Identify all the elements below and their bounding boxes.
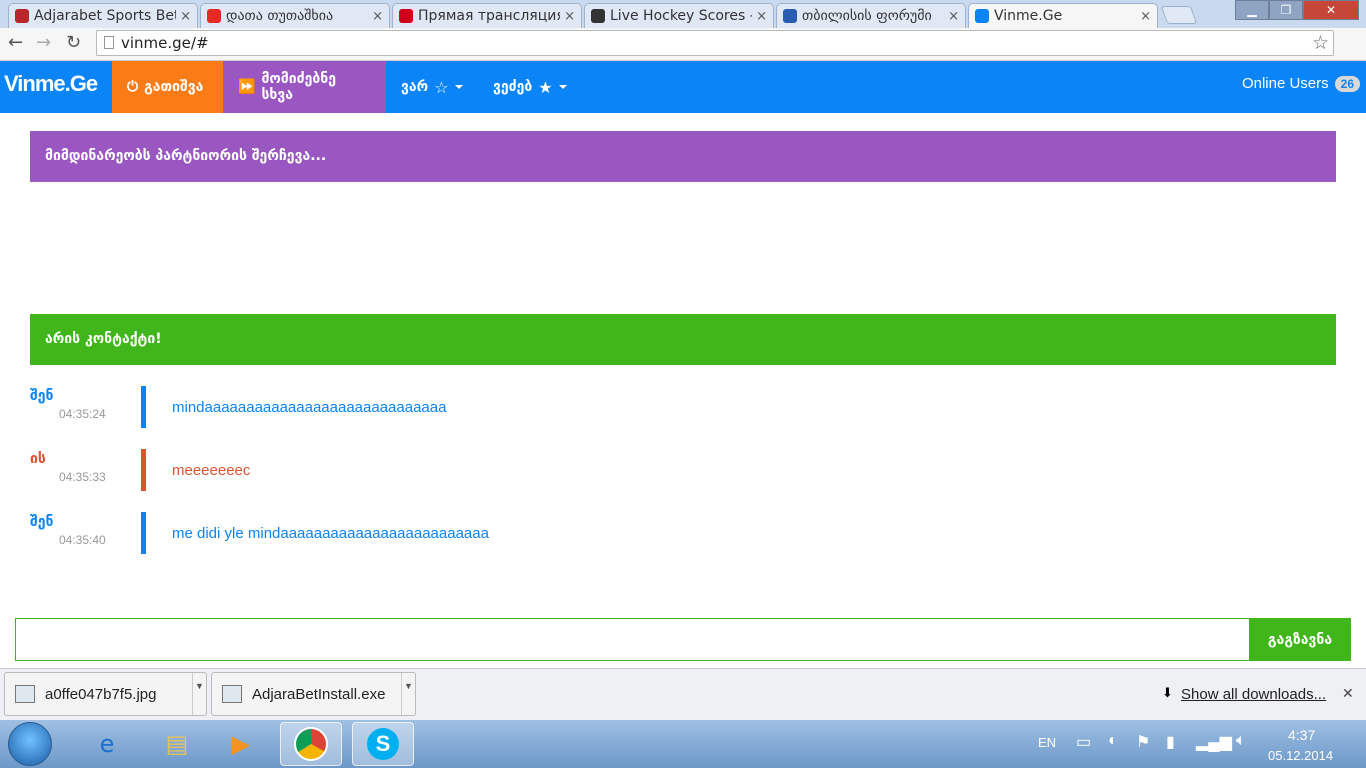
i-am-dropdown[interactable]: ვარ ☆ [386, 61, 478, 113]
message-input[interactable] [15, 618, 1251, 661]
browser-tab[interactable]: Live Hockey Scores - × [584, 3, 774, 28]
language-indicator[interactable]: EN [1038, 735, 1056, 750]
monitor-icon: ▭ [1076, 734, 1092, 751]
download-icon: ⬇ [1162, 686, 1173, 701]
close-window-icon[interactable]: ✕ [1303, 0, 1359, 20]
sync-icon: ◐ [1108, 732, 1118, 749]
i-seek-dropdown[interactable]: ვეძებ ★ [478, 61, 582, 113]
maximize-icon[interactable]: ❐ [1269, 0, 1303, 20]
forum-icon [783, 9, 797, 23]
caret-down-icon [454, 85, 463, 89]
start-button[interactable] [8, 722, 52, 766]
forward-icon[interactable]: → [36, 32, 51, 53]
show-all-downloads-link[interactable]: Show all downloads... [1181, 686, 1326, 703]
power-icon: ⏻ [127, 79, 139, 95]
chat-message: შენ 04:35:40 me didi yle mindaaaaaaaaaaa… [30, 512, 930, 554]
explorer-icon[interactable]: ▤ [146, 722, 208, 766]
browser-tab[interactable]: Adjarabet Sports Bet × [8, 3, 198, 28]
minimize-icon[interactable]: ▁ [1235, 0, 1269, 20]
app-navbar: Vinme.Ge ⏻ გათიშვა ⏩ მომიძებნე სხვა ვარ … [0, 61, 1366, 113]
taskbar: e ▤ ▶ S EN ▭ ◐ ⚑ ▮ ▂▄▆ 🔈︎ 4:37 05.12.201… [0, 720, 1366, 768]
close-icon[interactable]: × [372, 9, 383, 24]
close-icon[interactable]: × [180, 9, 191, 24]
online-users: Online Users 26 [1242, 75, 1360, 92]
close-icon[interactable]: × [756, 9, 767, 24]
back-icon[interactable]: ← [8, 32, 23, 53]
tab-favicon-icon [15, 9, 29, 23]
connected-banner: არის კონტაქტი! [30, 314, 1336, 365]
youtube-icon [207, 9, 221, 23]
logo[interactable]: Vinme.Ge [4, 71, 98, 97]
chrome-icon[interactable] [280, 722, 342, 766]
clock-date[interactable]: 05.12.2014 [1268, 748, 1333, 763]
vinme-favicon-icon [975, 9, 989, 23]
message-bar [141, 449, 146, 491]
fast-forward-icon: ⏩ [238, 79, 256, 95]
browser-tab[interactable]: დათა თუთაშხია × [200, 3, 390, 28]
next-partner-button[interactable]: ⏩ მომიძებნე სხვა [223, 61, 386, 113]
skype-icon[interactable]: S [352, 722, 414, 766]
live-icon [399, 9, 413, 23]
online-count-badge: 26 [1334, 75, 1360, 92]
star-outline-icon: ☆ [434, 77, 449, 97]
chat-message: შენ 04:35:24 mindaaaaaaaaaaaaaaaaaaaaaaa… [30, 386, 930, 428]
hockey-icon [591, 9, 605, 23]
clock-time[interactable]: 4:37 [1288, 727, 1315, 743]
caret-down-icon [558, 85, 567, 89]
disconnect-button[interactable]: ⏻ გათიშვა [112, 61, 223, 113]
media-player-icon[interactable]: ▶ [210, 722, 272, 766]
battery-icon: ▮ [1166, 734, 1175, 751]
close-icon[interactable]: × [948, 9, 959, 24]
browser-tab-active[interactable]: Vinme.Ge × [968, 3, 1158, 28]
image-file-icon [15, 685, 35, 703]
close-icon[interactable]: ✕ [1342, 686, 1354, 702]
browser-tab[interactable]: Прямая трансляция × [392, 3, 582, 28]
dropdown-arrow-icon[interactable]: ▼ [401, 673, 415, 715]
message-bar [141, 512, 146, 554]
browser-tabstrip: Adjarabet Sports Bet × დათა თუთაშხია × П… [0, 0, 1366, 28]
signal-icon: ▂▄▆ [1196, 734, 1232, 751]
browser-tab[interactable]: თბილისის ფორუმი × [776, 3, 966, 28]
ie-icon[interactable]: e [76, 722, 138, 766]
search-status-banner: მიმდინარეობს პარტნიორის შერჩევა... [30, 131, 1336, 182]
downloads-bar: a0ffe047b7f5.jpg ▼ AdjaraBetInstall.exe … [0, 668, 1366, 720]
reload-icon[interactable]: ↻ [66, 32, 81, 53]
flag-icon: ⚑ [1136, 734, 1151, 751]
star-icon: ★ [538, 77, 553, 97]
download-item[interactable]: AdjaraBetInstall.exe ▼ [211, 672, 416, 716]
volume-icon: 🔈︎ [1236, 732, 1246, 749]
close-icon[interactable]: × [1140, 9, 1151, 24]
download-item[interactable]: a0ffe047b7f5.jpg ▼ [4, 672, 207, 716]
chat-message: ის 04:35:33 meeeeeeec [30, 449, 930, 491]
page-icon [104, 36, 114, 49]
new-tab-button[interactable] [1160, 6, 1198, 24]
address-bar[interactable]: vinme.ge/# ☆ [96, 30, 1334, 56]
exe-file-icon [222, 685, 242, 703]
send-button[interactable]: გაგზავნა [1249, 618, 1351, 661]
message-bar [141, 386, 146, 428]
close-icon[interactable]: × [564, 9, 575, 24]
bookmark-star-icon[interactable]: ☆ [1312, 32, 1329, 54]
dropdown-arrow-icon[interactable]: ▼ [192, 673, 206, 715]
